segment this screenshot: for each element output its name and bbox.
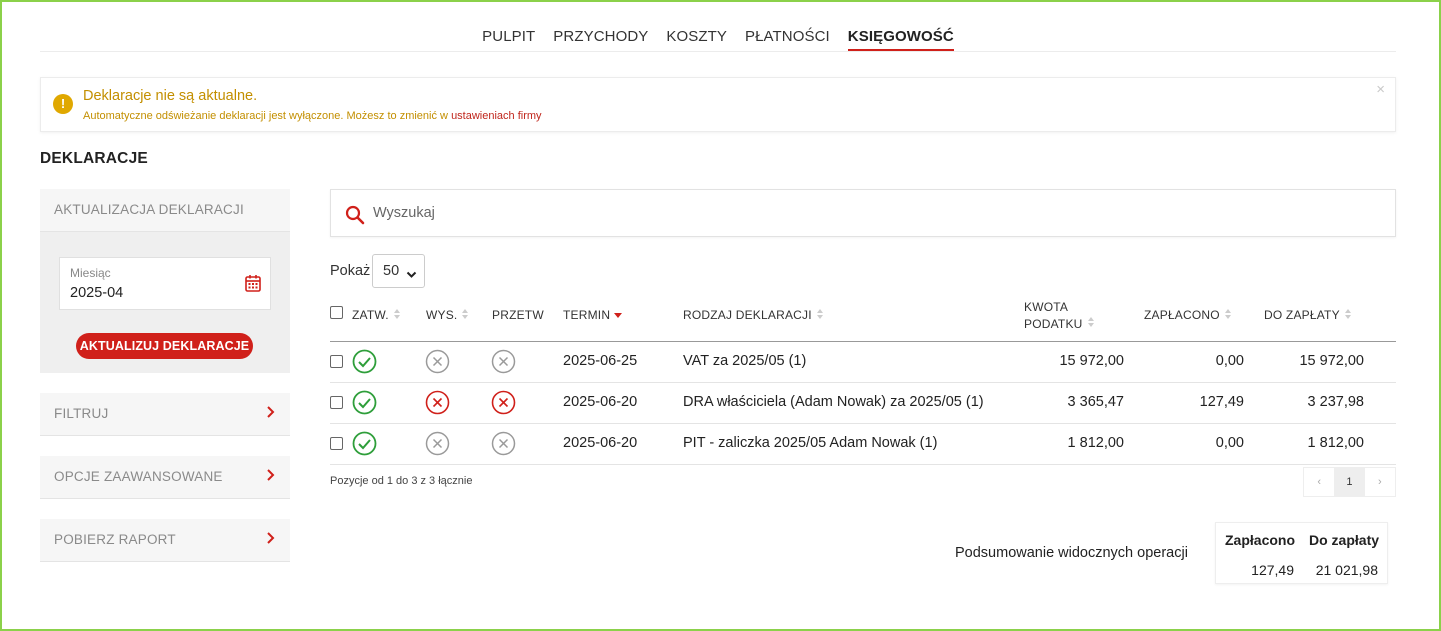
column-paid[interactable]: ZAPŁACONO: [1144, 308, 1232, 323]
sent-neutral-icon[interactable]: [425, 349, 450, 377]
search-input[interactable]: [373, 200, 1273, 226]
summary-paid-value: 127,49: [1251, 562, 1294, 578]
column-sent[interactable]: WYS.: [426, 308, 469, 323]
sidebar-item-filter[interactable]: FILTRUJ: [40, 393, 290, 436]
table-row[interactable]: 2025-06-20 DRA właściciela (Adam Nowak) …: [330, 383, 1396, 424]
tab-ksiegowosc[interactable]: KSIĘGOWOŚĆ: [839, 22, 963, 52]
sidebar-item-advanced-options[interactable]: OPCJE ZAAWANSOWANE: [40, 456, 290, 499]
alert-message-text: Automatyczne odświeżanie deklaracji jest…: [83, 110, 448, 122]
declaration-type-cell[interactable]: DRA właściciela (Adam Nowak) za 2025/05 …: [683, 394, 984, 410]
search-bar: [330, 189, 1396, 237]
approved-ok-icon[interactable]: [352, 390, 377, 418]
due-cell: 15 972,00: [1299, 353, 1364, 369]
page-size-value: 50: [383, 263, 400, 279]
summary-paid-header: Zapłacono: [1225, 532, 1296, 548]
paid-cell: 127,49: [1199, 394, 1244, 410]
deadline-cell: 2025-06-20: [563, 435, 638, 451]
sent-error-icon[interactable]: [425, 390, 450, 418]
close-icon[interactable]: ×: [1376, 81, 1385, 98]
tax-amount-cell: 3 365,47: [1067, 394, 1124, 410]
approved-ok-icon[interactable]: [352, 431, 377, 459]
sort-icon: [816, 308, 824, 323]
row-checkbox[interactable]: [330, 396, 343, 409]
chevron-right-icon: [266, 530, 276, 549]
calendar-icon[interactable]: [245, 274, 261, 295]
paid-cell: 0,00: [1215, 353, 1244, 369]
sort-icon: [1344, 308, 1352, 323]
month-label: Miesiąc: [70, 266, 111, 280]
update-declarations-button[interactable]: AKTUALIZUJ DEKLARACJE: [76, 333, 253, 359]
chevron-down-icon: [406, 267, 417, 283]
sidebar-item-download-report[interactable]: POBIERZ RAPORT: [40, 519, 290, 562]
chevron-right-icon: [266, 467, 276, 486]
due-cell: 1 812,00: [1307, 435, 1364, 451]
main-nav: PULPIT PRZYCHODY KOSZTY PŁATNOŚCI KSIĘGO…: [40, 22, 1396, 52]
paid-cell: 0,00: [1215, 435, 1244, 451]
column-tax-amount[interactable]: KWOTA PODATKU: [1024, 299, 1095, 333]
company-settings-link[interactable]: ustawieniach firmy: [451, 110, 541, 122]
sort-icon: [1087, 316, 1095, 333]
column-declaration-type[interactable]: RODZAJ DEKLARACJI: [683, 308, 824, 323]
summary-box: Zapłacono Do zapłaty 127,49 21 021,98: [1215, 522, 1388, 584]
table-header: ZATW. WYS. PRZETW TERMIN RODZAJ DEKLARAC…: [330, 296, 1396, 342]
sort-icon: [461, 308, 469, 323]
row-checkbox[interactable]: [330, 437, 343, 450]
alert-title: Deklaracje nie są aktualne.: [83, 88, 258, 104]
page-1-button[interactable]: 1: [1334, 468, 1365, 496]
pagination: ‹ 1 ›: [1303, 467, 1396, 497]
tab-pulpit[interactable]: PULPIT: [473, 22, 544, 52]
sent-neutral-icon[interactable]: [425, 431, 450, 459]
summary-due-header: Do zapłaty: [1309, 532, 1380, 548]
column-approved[interactable]: ZATW.: [352, 308, 401, 323]
column-deadline[interactable]: TERMIN: [563, 308, 623, 323]
sidebar-item-label: OPCJE ZAAWANSOWANE: [54, 469, 223, 484]
sort-icon: [1224, 308, 1232, 323]
tab-koszty[interactable]: KOSZTY: [657, 22, 736, 52]
warning-alert: ! Deklaracje nie są aktualne. Automatycz…: [40, 77, 1396, 132]
prev-page-button[interactable]: ‹: [1304, 468, 1334, 496]
approved-ok-icon[interactable]: [352, 349, 377, 377]
update-declarations-header[interactable]: AKTUALIZACJA DEKLARACJI: [40, 189, 290, 232]
table-row[interactable]: 2025-06-25 VAT za 2025/05 (1) 15 972,00 …: [330, 342, 1396, 383]
sort-icon: [393, 308, 401, 323]
page-title: DEKLARACJE: [40, 150, 148, 167]
page-size-label: Pokaż: [330, 263, 371, 279]
chevron-right-icon: [266, 404, 276, 423]
row-checkbox[interactable]: [330, 355, 343, 368]
sort-desc-icon: [614, 308, 623, 323]
due-cell: 3 237,98: [1307, 394, 1364, 410]
tab-platnosci[interactable]: PŁATNOŚCI: [736, 22, 839, 52]
deadline-cell: 2025-06-20: [563, 394, 638, 410]
deadline-cell: 2025-06-25: [563, 353, 638, 369]
sidebar-item-label: POBIERZ RAPORT: [54, 532, 176, 547]
column-processed[interactable]: PRZETW: [492, 308, 544, 322]
pagination-info: Pozycje od 1 do 3 z 3 łącznie: [330, 475, 473, 487]
update-declarations-panel: Miesiąc 2025-04 AKTUALIZUJ DEKLARACJE: [40, 232, 290, 373]
warning-icon: !: [53, 94, 73, 114]
processed-neutral-icon[interactable]: [491, 349, 516, 377]
month-value[interactable]: 2025-04: [70, 285, 123, 301]
summary-due-value: 21 021,98: [1315, 562, 1378, 578]
sidebar-item-label: FILTRUJ: [54, 406, 109, 421]
select-all-checkbox[interactable]: [330, 306, 343, 319]
summary-label: Podsumowanie widocznych operacji: [955, 545, 1188, 561]
column-due[interactable]: DO ZAPŁATY: [1264, 308, 1352, 323]
alert-message: Automatyczne odświeżanie deklaracji jest…: [83, 110, 542, 122]
search-icon: [345, 205, 365, 228]
processed-error-icon[interactable]: [491, 390, 516, 418]
table-row[interactable]: 2025-06-20 PIT - zaliczka 2025/05 Adam N…: [330, 424, 1396, 465]
tax-amount-cell: 1 812,00: [1067, 435, 1124, 451]
month-field[interactable]: Miesiąc 2025-04: [59, 257, 271, 310]
next-page-button[interactable]: ›: [1365, 468, 1395, 496]
page-size-select[interactable]: 50: [372, 254, 425, 288]
declaration-type-cell[interactable]: PIT - zaliczka 2025/05 Adam Nowak (1): [683, 435, 937, 451]
tab-przychody[interactable]: PRZYCHODY: [544, 22, 657, 52]
tax-amount-cell: 15 972,00: [1059, 353, 1124, 369]
declaration-type-cell[interactable]: VAT za 2025/05 (1): [683, 353, 806, 369]
processed-neutral-icon[interactable]: [491, 431, 516, 459]
